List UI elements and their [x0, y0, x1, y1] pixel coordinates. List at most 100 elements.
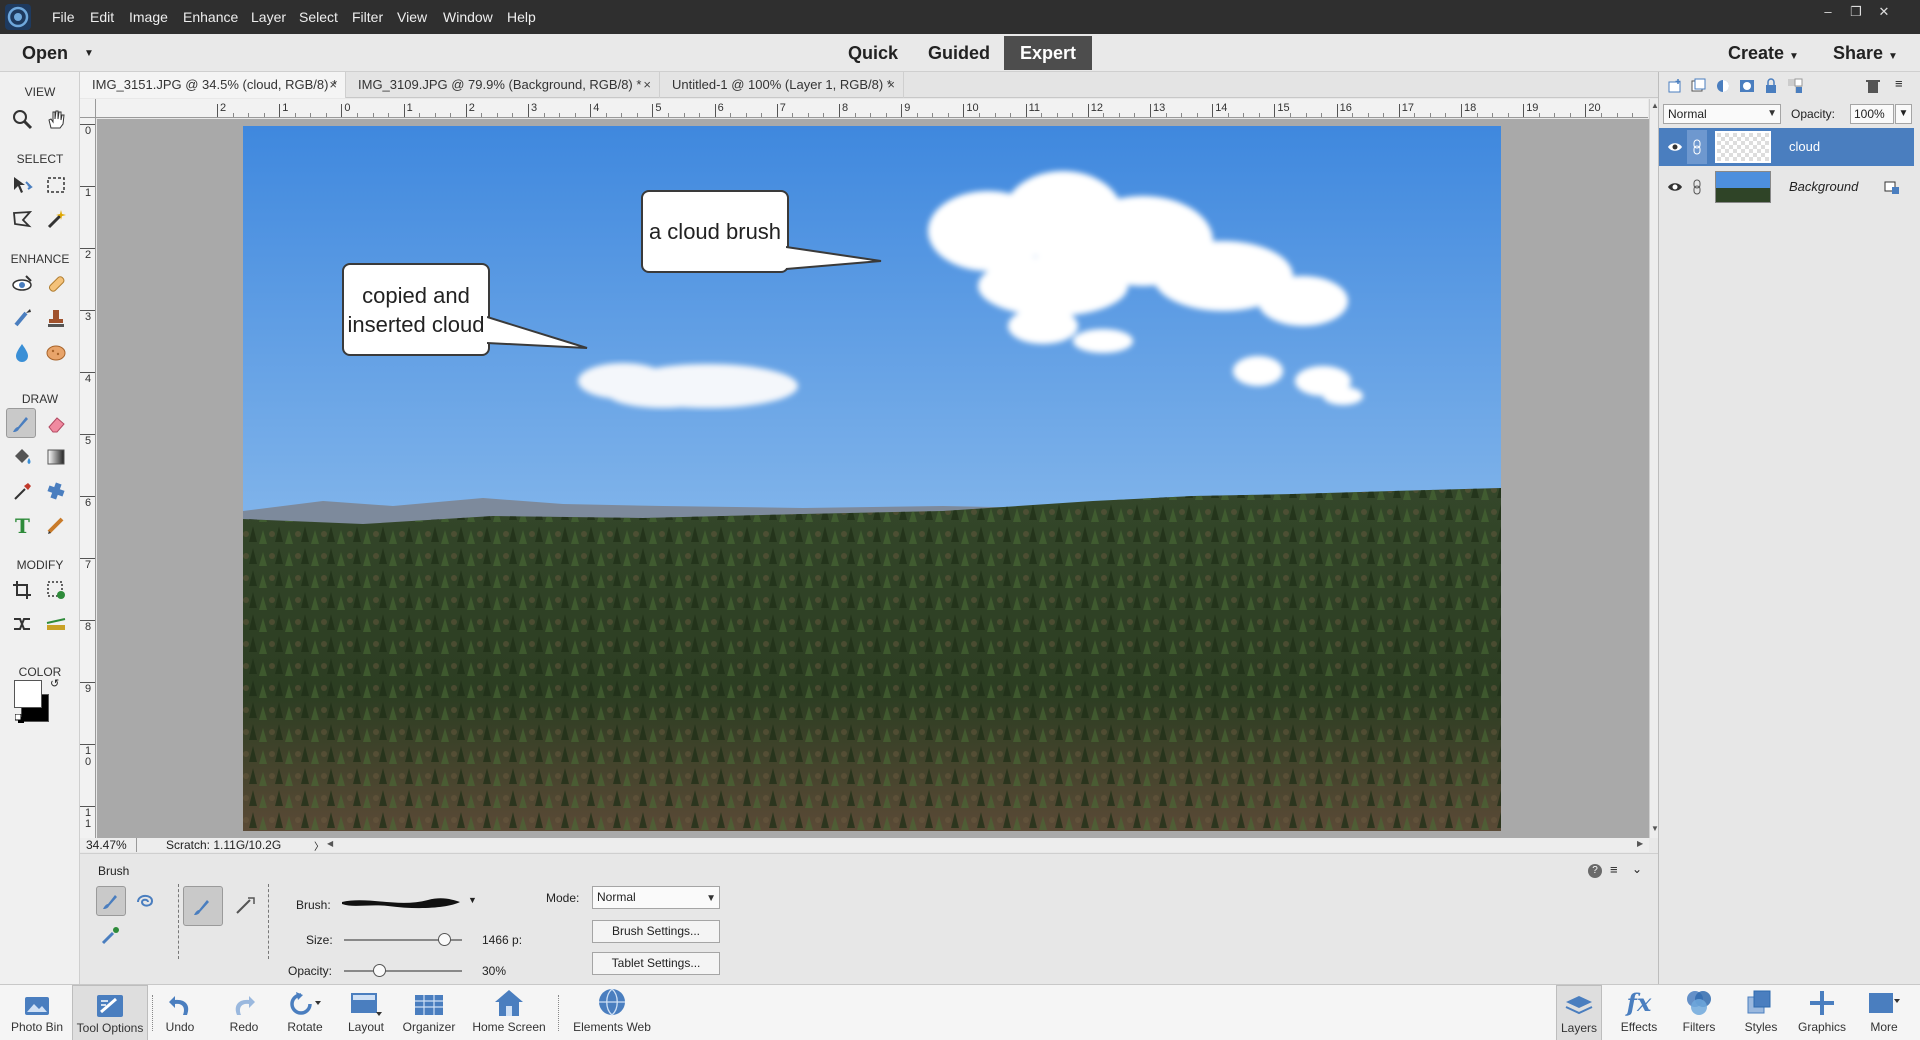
paint-bucket-tool-icon[interactable]	[7, 442, 37, 472]
custom-shape-tool-icon[interactable]	[41, 476, 71, 506]
clone-stamp-tool-icon[interactable]	[41, 303, 71, 333]
open-button[interactable]: Open	[22, 36, 68, 70]
crop-tool-icon[interactable]	[7, 575, 37, 605]
more-panels-button[interactable]: More	[1860, 985, 1908, 1040]
menu-layer[interactable]: Layer	[251, 9, 286, 25]
magic-wand-tool-icon[interactable]	[41, 204, 71, 234]
tab-img-3109[interactable]: IMG_3109.JPG @ 79.9% (Background, RGB/8)…	[346, 72, 660, 98]
blur-tool-icon[interactable]	[7, 337, 37, 367]
pencil-tool-icon[interactable]	[41, 510, 71, 540]
close-tab-icon[interactable]: ×	[643, 72, 651, 98]
layer-mask-icon[interactable]	[1739, 78, 1755, 94]
minimize-icon[interactable]: –	[1816, 4, 1840, 22]
content-aware-move-tool-icon[interactable]	[7, 609, 37, 639]
menu-select[interactable]: Select	[299, 9, 338, 25]
layer-blend-mode-select[interactable]: Normal ▼	[1663, 104, 1781, 124]
zoom-tool-icon[interactable]	[7, 104, 37, 134]
restore-icon[interactable]: ❐	[1844, 4, 1868, 22]
eraser-tool-icon[interactable]	[41, 408, 71, 438]
elements-logo-icon[interactable]	[4, 3, 32, 31]
layer-link-icon[interactable]	[1687, 130, 1707, 164]
recompose-tool-icon[interactable]	[41, 575, 71, 605]
brush-preset-picker[interactable]	[338, 888, 468, 916]
rotate-button[interactable]: Rotate	[284, 985, 326, 1040]
new-group-icon[interactable]	[1691, 78, 1707, 94]
layer-link-icon[interactable]	[1687, 170, 1707, 204]
close-tab-icon[interactable]: ×	[329, 72, 337, 98]
background-lock-icon[interactable]	[1884, 179, 1900, 195]
open-dropdown-icon[interactable]: ▼	[84, 48, 94, 59]
help-icon[interactable]: ?	[1588, 864, 1602, 878]
elements-web-button[interactable]: Elements Web	[566, 985, 658, 1040]
layout-button[interactable]: Layout	[344, 985, 388, 1040]
canvas-area[interactable]: copied and inserted cloud a cloud brush	[97, 119, 1649, 838]
adjustment-layer-icon[interactable]	[1715, 78, 1731, 94]
foreground-color-swatch[interactable]	[14, 680, 42, 708]
options-menu-icon[interactable]: ≡	[1610, 862, 1618, 877]
move-tool-icon[interactable]	[7, 170, 37, 200]
delete-layer-icon[interactable]	[1865, 78, 1881, 94]
brush-variant-icon[interactable]	[96, 886, 126, 916]
menu-image[interactable]: Image	[129, 9, 168, 25]
smart-brush-tool-icon[interactable]	[7, 303, 37, 333]
gradient-tool-icon[interactable]	[41, 442, 71, 472]
red-eye-tool-icon[interactable]	[7, 269, 37, 299]
impressionist-brush-icon[interactable]	[130, 886, 160, 916]
share-button[interactable]: Share ▼	[1833, 36, 1898, 70]
quick-mode-tab[interactable]: Quick	[838, 36, 908, 70]
sponge-tool-icon[interactable]	[41, 337, 71, 367]
straighten-tool-icon[interactable]	[41, 609, 71, 639]
redo-button[interactable]: Redo	[224, 985, 264, 1040]
opacity-slider-thumb[interactable]	[373, 964, 387, 977]
tablet-settings-button[interactable]: Tablet Settings...	[592, 952, 720, 975]
undo-button[interactable]: Undo	[160, 985, 200, 1040]
layer-opacity-dropdown-icon[interactable]: ▼	[1895, 104, 1912, 124]
graphics-panel-button[interactable]: Graphics	[1796, 985, 1848, 1040]
guided-mode-tab[interactable]: Guided	[922, 36, 996, 70]
create-button[interactable]: Create ▼	[1728, 36, 1799, 70]
menu-help[interactable]: Help	[507, 9, 536, 25]
lock-all-icon[interactable]	[1763, 78, 1779, 94]
menu-edit[interactable]: Edit	[90, 9, 114, 25]
brush-mode-icon[interactable]	[183, 886, 223, 926]
new-layer-icon[interactable]	[1667, 78, 1683, 94]
expert-mode-tab[interactable]: Expert	[1004, 36, 1092, 70]
menu-filter[interactable]: Filter	[352, 9, 383, 25]
visibility-eye-icon[interactable]	[1667, 179, 1683, 195]
close-tab-icon[interactable]: ×	[887, 72, 895, 98]
photo-bin-button[interactable]: Photo Bin	[4, 985, 70, 1040]
type-tool-icon[interactable]: T	[7, 510, 37, 540]
default-colors-icon[interactable]	[15, 714, 25, 724]
menu-file[interactable]: File	[52, 9, 75, 25]
opacity-slider-track[interactable]	[344, 970, 462, 972]
organizer-button[interactable]: Organizer	[398, 985, 460, 1040]
tab-untitled-1[interactable]: Untitled-1 @ 100% (Layer 1, RGB/8) * ×	[660, 72, 904, 98]
brush-picker-dropdown-icon[interactable]: ▼	[468, 895, 477, 905]
marquee-tool-icon[interactable]	[41, 170, 71, 200]
lasso-tool-icon[interactable]	[7, 204, 37, 234]
menu-view[interactable]: View	[397, 9, 427, 25]
menu-window[interactable]: Window	[443, 9, 493, 25]
collapse-chevron-icon[interactable]: ⌄	[1632, 862, 1642, 876]
close-icon[interactable]: ✕	[1872, 4, 1896, 22]
styles-panel-button[interactable]: Styles	[1738, 985, 1784, 1040]
lock-transparent-icon[interactable]	[1787, 78, 1803, 94]
hand-tool-icon[interactable]	[41, 104, 71, 134]
horizontal-scrollbar[interactable]: ◀ ▶	[325, 838, 1649, 852]
eyedropper-tool-icon[interactable]	[7, 476, 37, 506]
filters-panel-button[interactable]: Filters	[1676, 985, 1722, 1040]
tool-options-button[interactable]: Tool Options	[72, 985, 148, 1040]
layer-opacity-input[interactable]: 100%	[1850, 104, 1894, 124]
status-arrow-icon[interactable]: 〉	[314, 838, 324, 853]
tab-img-3151[interactable]: IMG_3151.JPG @ 34.5% (cloud, RGB/8) * ×	[80, 72, 346, 98]
menu-enhance[interactable]: Enhance	[183, 9, 238, 25]
brush-settings-button[interactable]: Brush Settings...	[592, 920, 720, 943]
layers-panel-button[interactable]: Layers	[1556, 985, 1602, 1040]
size-slider-thumb[interactable]	[438, 933, 452, 946]
home-screen-button[interactable]: Home Screen	[468, 985, 550, 1040]
airbrush-mode-icon[interactable]	[230, 890, 260, 920]
spot-healing-tool-icon[interactable]	[41, 269, 71, 299]
layer-row-cloud[interactable]: cloud	[1659, 128, 1914, 166]
effects-panel-button[interactable]: fx Effects	[1616, 985, 1662, 1040]
document-image[interactable]	[243, 126, 1501, 831]
